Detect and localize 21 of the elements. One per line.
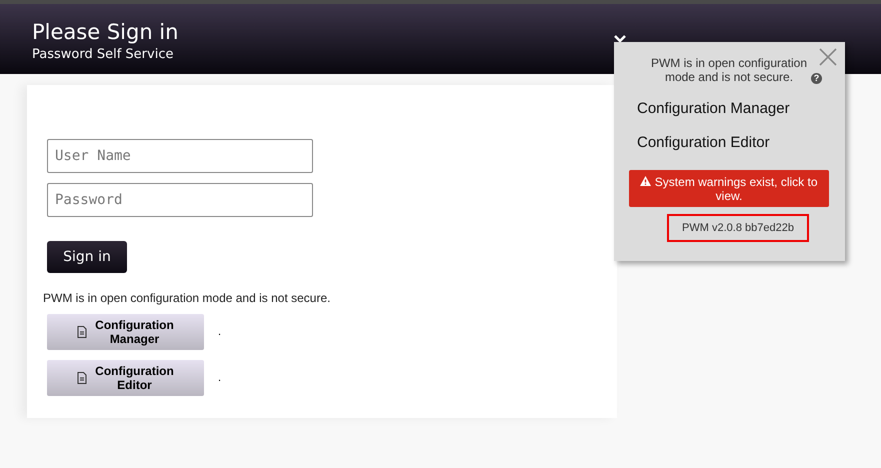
notice-text: PWM is in open configuration mode and is not secure. <box>43 291 332 305</box>
chevron-down-icon[interactable] <box>614 35 626 43</box>
input-field[interactable]: User Name <box>47 139 313 173</box>
input-field[interactable]: Password <box>47 183 313 217</box>
document-icon <box>76 326 86 338</box>
warning-button[interactable]: System warnings exist, click to view. <box>629 170 829 207</box>
document-icon <box>76 372 86 384</box>
page-title: Please Sign in <box>32 19 178 46</box>
configuration-button[interactable]: Configuration Editor <box>47 360 204 396</box>
version-label: PWM v2.0.8 bb7ed22b <box>667 214 809 242</box>
menu-link[interactable]: Configuration Editor <box>637 134 830 152</box>
period-text: . <box>218 372 222 384</box>
sign-in-button[interactable]: Sign in <box>47 241 127 273</box>
menu-link[interactable]: Configuration Manager <box>637 100 830 118</box>
popup-message: PWM is in open configuration mode and is not secure. <box>650 56 808 84</box>
warning-icon <box>640 176 652 186</box>
page-subtitle: Password Self Service <box>32 46 174 64</box>
help-icon[interactable]: ? <box>811 73 822 84</box>
period-text: . <box>218 326 222 338</box>
close-icon[interactable] <box>819 48 837 66</box>
configuration-button[interactable]: Configuration Manager <box>47 314 204 350</box>
